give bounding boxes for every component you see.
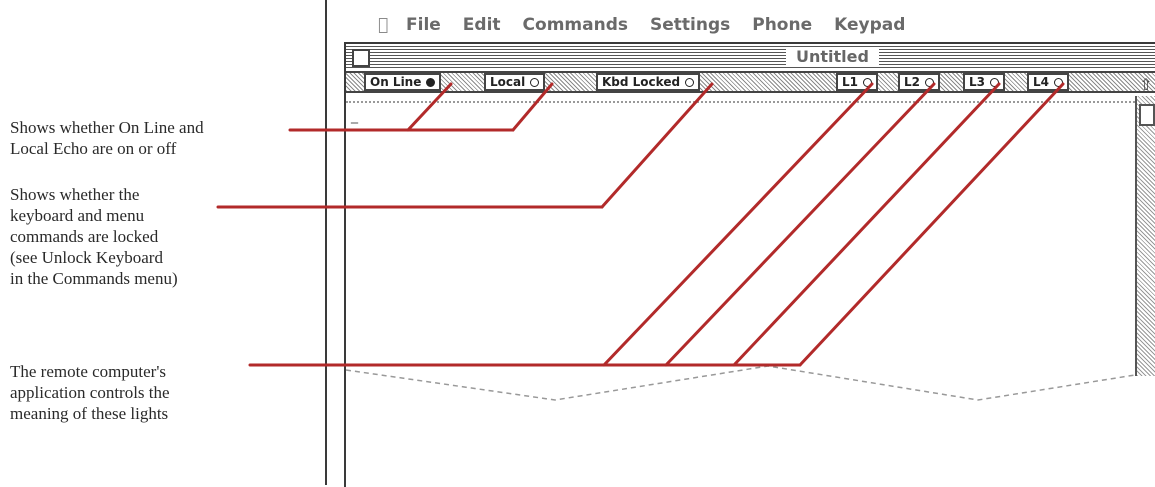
torn-edge-line: [345, 365, 1136, 401]
callout-pointer-l2: [664, 82, 936, 367]
callout-pointer-l4: [798, 82, 1065, 367]
callout-pointer-online: [406, 82, 453, 132]
callout-pointer-kbd-locked: [600, 82, 714, 209]
callout-pointer-local: [511, 82, 554, 132]
callout-lines-overlay: [216, 82, 1136, 401]
callout-pointer-l3: [732, 82, 1001, 367]
callout-pointer-l1: [602, 82, 874, 367]
